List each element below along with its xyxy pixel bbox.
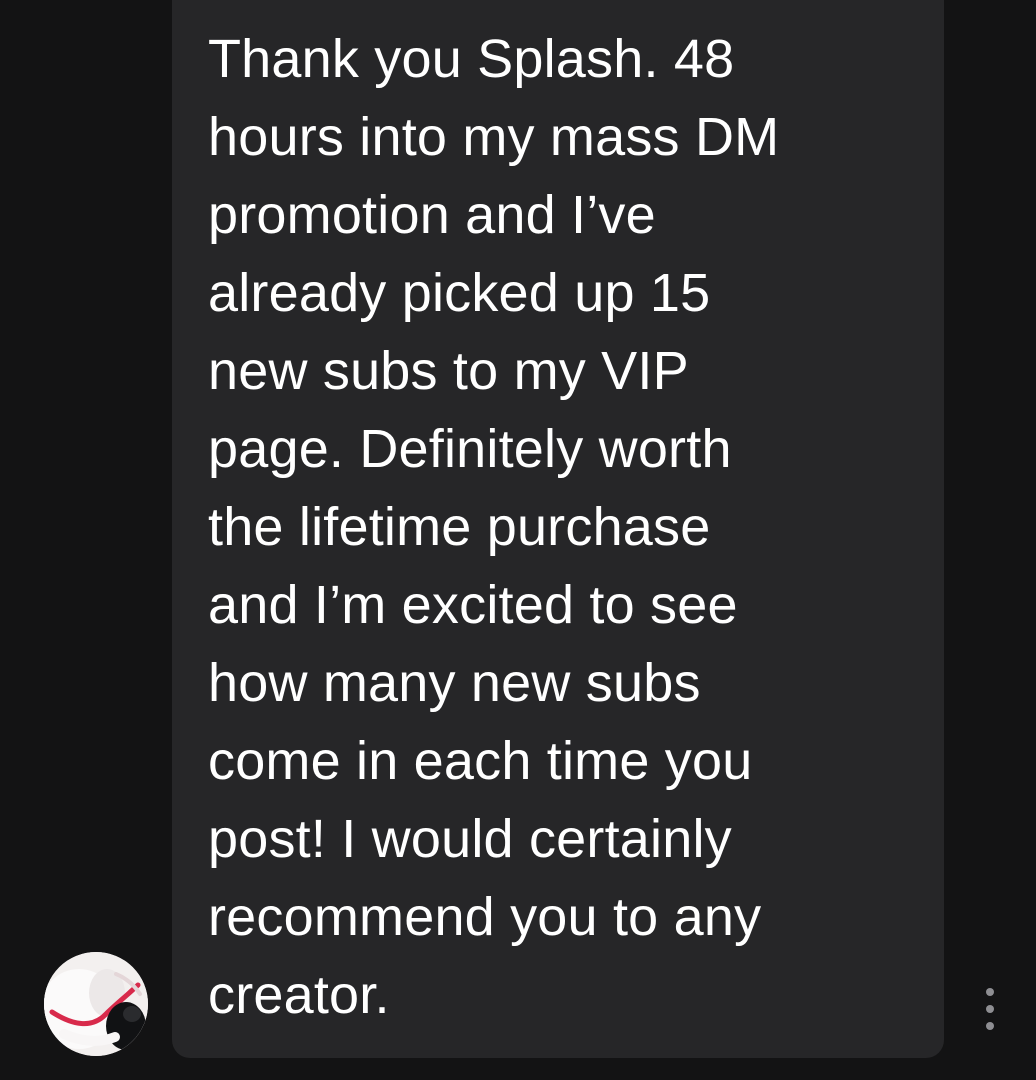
message-bubble[interactable]: Thank you Splash. 48 hours into my mass … — [172, 0, 944, 1058]
more-dot-icon — [986, 988, 994, 996]
more-dot-icon — [986, 1005, 994, 1013]
avatar-image — [44, 952, 148, 1056]
more-dot-icon — [986, 1022, 994, 1030]
more-options-button[interactable] — [978, 988, 1002, 1030]
message-text: Thank you Splash. 48 hours into my mass … — [208, 29, 780, 1025]
sender-avatar[interactable] — [44, 952, 148, 1056]
incoming-message-row: Thank you Splash. 48 hours into my mass … — [0, 0, 1036, 1080]
chat-screen: Thank you Splash. 48 hours into my mass … — [0, 0, 1036, 1080]
